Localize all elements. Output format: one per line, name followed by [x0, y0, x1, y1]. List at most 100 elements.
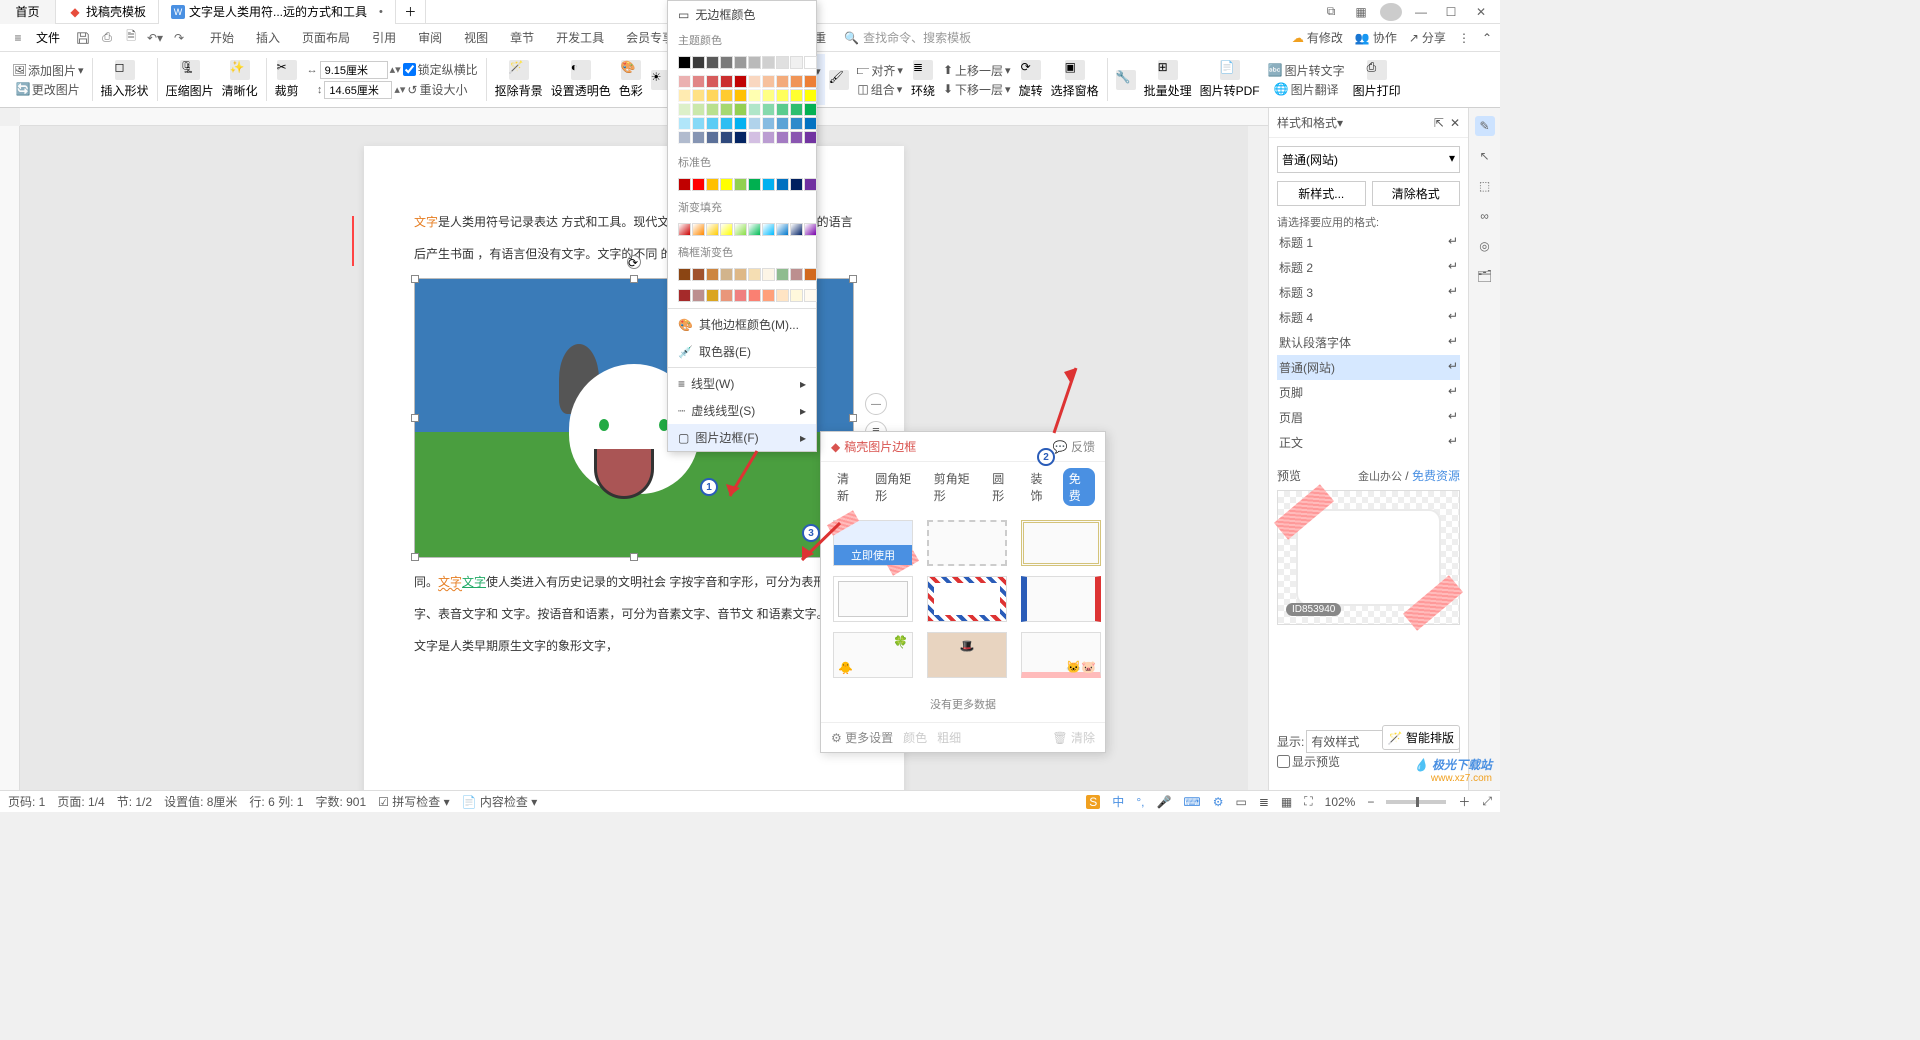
- color-swatch[interactable]: [748, 289, 761, 302]
- color-swatch[interactable]: [720, 268, 733, 281]
- kebab-icon[interactable]: ⋮: [1458, 31, 1470, 45]
- set-alpha-button[interactable]: ◐设置透明色: [547, 54, 615, 105]
- color-swatch[interactable]: [804, 89, 817, 102]
- color-swatch[interactable]: [692, 75, 705, 88]
- lock-ratio-checkbox[interactable]: 锁定纵横比: [403, 61, 478, 78]
- style-item[interactable]: 正文↵: [1277, 430, 1460, 455]
- color-swatch[interactable]: [790, 117, 803, 130]
- color-swatch[interactable]: [692, 89, 705, 102]
- width-input[interactable]: [320, 61, 388, 79]
- sharpen-button[interactable]: ✨清晰化: [218, 54, 262, 105]
- color-swatch[interactable]: [720, 75, 733, 88]
- style-item[interactable]: 标题 2↵: [1277, 255, 1460, 280]
- style-item[interactable]: 标题 1↵: [1277, 230, 1460, 255]
- color-swatch[interactable]: [762, 56, 775, 69]
- img-print-button[interactable]: ⎙图片打印: [1349, 54, 1405, 105]
- color-swatch[interactable]: [678, 178, 691, 191]
- color-swatch[interactable]: [762, 117, 775, 130]
- content-check-toggle[interactable]: 📄 内容检查 ▾: [462, 793, 538, 810]
- color-swatch[interactable]: [720, 56, 733, 69]
- style-preset-button[interactable]: 🖌: [825, 54, 853, 105]
- color-swatch[interactable]: [692, 117, 705, 130]
- frame-option[interactable]: 🐱🐷: [1021, 632, 1101, 678]
- color-swatch[interactable]: [734, 56, 747, 69]
- feedback-button[interactable]: 💬 反馈: [1053, 438, 1095, 455]
- color-swatch[interactable]: [720, 103, 733, 116]
- gradient-swatch[interactable]: [748, 223, 761, 236]
- new-style-button[interactable]: 新样式...: [1277, 181, 1366, 206]
- menu-tab[interactable]: 开发工具: [552, 27, 608, 48]
- color-swatch[interactable]: [804, 178, 817, 191]
- color-swatch[interactable]: [748, 103, 761, 116]
- color-swatch[interactable]: [790, 289, 803, 302]
- color-swatch[interactable]: [776, 178, 789, 191]
- color-swatch[interactable]: [678, 268, 691, 281]
- preview-icon[interactable]: 🗎: [122, 29, 140, 47]
- color-swatch[interactable]: [706, 103, 719, 116]
- color-swatch[interactable]: [804, 268, 817, 281]
- view-outline-icon[interactable]: ≣: [1259, 795, 1269, 809]
- color-swatch[interactable]: [678, 289, 691, 302]
- color-swatch[interactable]: [790, 131, 803, 144]
- maximize-button[interactable]: ☐: [1440, 3, 1462, 21]
- layer-up-button[interactable]: ⬆上移一层▾: [943, 62, 1011, 79]
- color-swatch[interactable]: [790, 268, 803, 281]
- frame-option[interactable]: [927, 576, 1007, 622]
- view-page-icon[interactable]: ▭: [1236, 795, 1247, 809]
- wrap-button[interactable]: ≣环绕: [907, 54, 939, 105]
- color-swatch[interactable]: [776, 89, 789, 102]
- layout1-icon[interactable]: ⧉: [1320, 3, 1342, 21]
- color-swatch[interactable]: [776, 103, 789, 116]
- frame-option[interactable]: [1021, 576, 1101, 622]
- fit-icon[interactable]: ⛶: [1304, 794, 1312, 809]
- color-swatch[interactable]: [706, 117, 719, 130]
- color-swatch[interactable]: [762, 103, 775, 116]
- tab-home[interactable]: 首页: [0, 0, 56, 24]
- color-swatch[interactable]: [804, 289, 817, 302]
- replace-image-button[interactable]: 🔄更改图片: [16, 81, 80, 98]
- color-swatch[interactable]: [706, 75, 719, 88]
- image-settings-button[interactable]: 🔧: [1112, 54, 1140, 105]
- cursor-icon[interactable]: ↖: [1475, 146, 1495, 166]
- color-swatch[interactable]: [804, 131, 817, 144]
- color-swatch[interactable]: [692, 131, 705, 144]
- color-swatch[interactable]: [678, 117, 691, 130]
- color-swatch[interactable]: [776, 131, 789, 144]
- color-swatch[interactable]: [790, 103, 803, 116]
- mic-icon[interactable]: 🎤: [1156, 795, 1171, 809]
- img-to-pdf-button[interactable]: 📄图片转PDF: [1196, 54, 1264, 105]
- color-swatch[interactable]: [748, 89, 761, 102]
- popup-tab[interactable]: 圆角矩形: [869, 468, 922, 506]
- color-swatch[interactable]: [720, 89, 733, 102]
- color-swatch[interactable]: [706, 289, 719, 302]
- frame-option[interactable]: [833, 576, 913, 622]
- style-item[interactable]: 普通(网站)↵: [1277, 355, 1460, 380]
- apps-icon[interactable]: ▦: [1350, 3, 1372, 21]
- color-swatch[interactable]: [762, 75, 775, 88]
- color-swatch[interactable]: [748, 131, 761, 144]
- lang-punct-icon[interactable]: °,: [1136, 795, 1144, 809]
- show-preview-checkbox[interactable]: 显示预览: [1277, 753, 1460, 770]
- color-swatch[interactable]: [720, 131, 733, 144]
- style-item[interactable]: 页脚↵: [1277, 380, 1460, 405]
- frame-option[interactable]: 🎩: [927, 632, 1007, 678]
- color-swatch[interactable]: [692, 289, 705, 302]
- color-swatch[interactable]: [692, 56, 705, 69]
- color-swatch[interactable]: [706, 131, 719, 144]
- combine-button[interactable]: ◫组合▾: [857, 81, 902, 98]
- color-swatch[interactable]: [720, 178, 733, 191]
- input-mode-icon[interactable]: S: [1086, 795, 1100, 809]
- color-swatch[interactable]: [734, 178, 747, 191]
- zoom-out-icon[interactable]: —: [865, 393, 887, 415]
- new-tab-button[interactable]: ＋: [396, 0, 426, 24]
- gradient-swatch[interactable]: [762, 223, 775, 236]
- frame-option[interactable]: [1021, 520, 1101, 566]
- color-button[interactable]: 🎨色彩: [615, 54, 647, 105]
- collab-button[interactable]: 👥协作: [1355, 29, 1397, 46]
- current-style-select[interactable]: 普通(网站)▾: [1277, 146, 1460, 173]
- settings-icon[interactable]: ⚙: [1213, 795, 1224, 809]
- layer-down-button[interactable]: ⬇下移一层▾: [943, 81, 1011, 98]
- free-res-link[interactable]: 免费资源: [1412, 469, 1460, 483]
- menu-tab[interactable]: 审阅: [414, 27, 446, 48]
- height-input[interactable]: [324, 81, 392, 99]
